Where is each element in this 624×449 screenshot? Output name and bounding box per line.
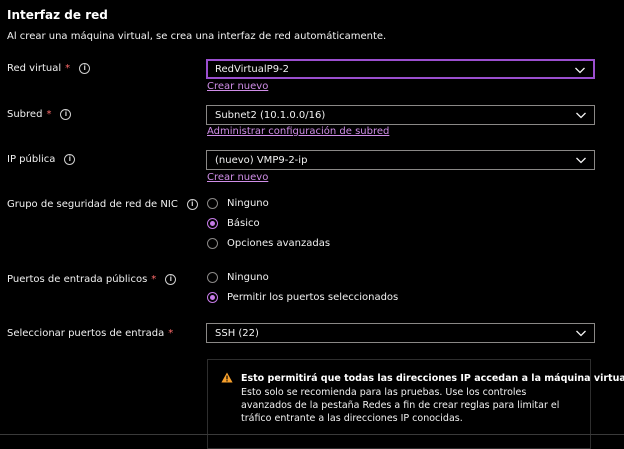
inbound-ports-option-none[interactable]: Ninguno [207, 272, 269, 283]
select-ports-label: Seleccionar puertos de entrada [7, 328, 165, 339]
warning-message: Esto permitirá que todas las direcciones… [207, 359, 624, 449]
nsg-label-row: Grupo de seguridad de red de NIC i [7, 199, 198, 210]
subnet-dropdown[interactable]: Subnet2 (10.1.0.0/16) [206, 105, 595, 125]
divider [0, 434, 624, 435]
nsg-label: Grupo de seguridad de red de NIC [7, 199, 178, 210]
nsg-option-advanced[interactable]: Opciones avanzadas [207, 238, 330, 249]
warning-icon [221, 372, 233, 383]
subnet-label-row: Subred * i [7, 109, 72, 120]
nsg-option-none[interactable]: Ninguno [207, 198, 269, 209]
info-icon[interactable]: i [186, 199, 198, 210]
public-ip-label: IP pública [7, 154, 56, 165]
required-marker: * [46, 109, 52, 120]
inbound-ports-option-allow-selected[interactable]: Permitir los puertos seleccionados [207, 292, 398, 303]
public-ip-label-row: IP pública i [7, 154, 76, 165]
vnet-create-new-link[interactable]: Crear nuevo [207, 81, 268, 92]
subnet-value: Subnet2 (10.1.0.0/16) [215, 109, 326, 121]
chevron-down-icon [576, 157, 586, 164]
section-description: Al crear una máquina virtual, se crea un… [7, 31, 387, 42]
select-ports-label-row: Seleccionar puertos de entrada * [7, 328, 173, 339]
section-title: Interfaz de red [7, 8, 108, 22]
vnet-value: RedVirtualP9-2 [215, 63, 290, 75]
required-marker: * [151, 274, 157, 285]
radio-button[interactable] [207, 272, 218, 283]
public-ip-dropdown[interactable]: (nuevo) VMP9-2-ip [206, 150, 595, 170]
vnet-label-row: Red virtual * i [7, 63, 91, 74]
nsg-option-basic[interactable]: Básico [207, 218, 260, 229]
select-ports-value: SSH (22) [215, 327, 259, 339]
info-icon[interactable]: i [79, 63, 91, 74]
subnet-label: Subred [7, 109, 43, 120]
radio-label: Básico [227, 218, 260, 229]
subnet-manage-link[interactable]: Administrar configuración de subred [207, 126, 389, 137]
select-ports-dropdown[interactable]: SSH (22) [206, 323, 595, 343]
radio-label: Permitir los puertos seleccionados [227, 292, 399, 303]
radio-button-selected[interactable] [207, 218, 218, 229]
info-icon[interactable]: i [64, 154, 76, 165]
radio-button[interactable] [207, 198, 218, 209]
info-icon[interactable]: i [165, 274, 177, 285]
vnet-label: Red virtual [7, 63, 62, 74]
inbound-ports-label: Puertos de entrada públicos [7, 274, 148, 285]
warning-body: Esto solo se recomienda para las pruebas… [241, 387, 560, 424]
public-ip-value: (nuevo) VMP9-2-ip [215, 154, 308, 166]
warning-title: Esto permitirá que todas las direcciones… [241, 373, 624, 384]
radio-button[interactable] [207, 238, 218, 249]
radio-label: Opciones avanzadas [227, 238, 331, 249]
public-ip-create-new-link[interactable]: Crear nuevo [207, 172, 268, 183]
info-icon[interactable]: i [60, 109, 72, 120]
chevron-down-icon [575, 67, 585, 74]
vnet-dropdown[interactable]: RedVirtualP9-2 [206, 59, 595, 79]
radio-label: Ninguno [227, 198, 269, 209]
chevron-down-icon [576, 330, 586, 337]
radio-label: Ninguno [227, 272, 269, 283]
required-marker: * [65, 63, 71, 74]
inbound-ports-label-row: Puertos de entrada públicos * i [7, 274, 177, 285]
radio-button-selected[interactable] [207, 292, 218, 303]
chevron-down-icon [576, 112, 586, 119]
required-marker: * [168, 328, 174, 339]
